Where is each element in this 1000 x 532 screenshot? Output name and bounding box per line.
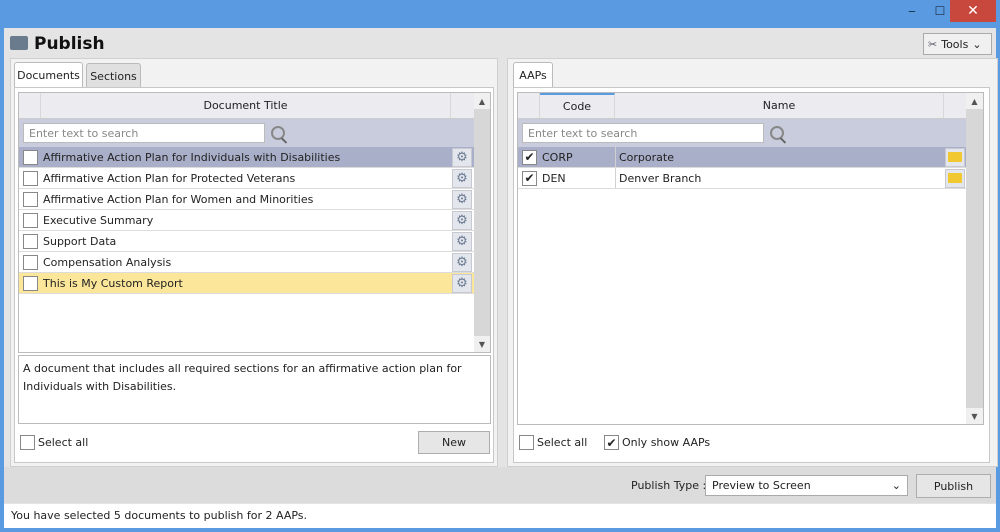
select-all-label: Select all [537, 436, 588, 449]
tools-icon: ✂ [928, 37, 938, 51]
status-bar: You have selected 5 documents to publish… [4, 504, 996, 528]
document-checkbox[interactable] [23, 149, 38, 165]
aap-code: CORP [541, 147, 616, 167]
tab-aaps[interactable]: AAPs [513, 62, 553, 88]
aaps-select-all[interactable]: Select all [519, 435, 587, 450]
scroll-down-icon[interactable]: ▼ [966, 408, 983, 424]
aap-checkbox[interactable]: ✔ [522, 170, 537, 186]
document-title: Compensation Analysis [43, 255, 172, 269]
folder-icon[interactable] [945, 147, 965, 167]
document-title: Support Data [43, 234, 117, 248]
publish-type-select[interactable]: Preview to Screen ⌄ [705, 475, 908, 496]
scroll-down-icon[interactable]: ▼ [474, 336, 490, 352]
document-row[interactable]: Executive Summary ⚙ [19, 210, 474, 231]
select-all-checkbox[interactable] [519, 435, 534, 450]
documents-grid: Document Title Enter text to search Affi… [18, 92, 491, 353]
document-row[interactable]: Affirmative Action Plan for Individuals … [19, 147, 474, 168]
document-title: Affirmative Action Plan for Individuals … [43, 150, 341, 164]
title-bar [0, 0, 1000, 28]
aap-row[interactable]: ✔ CORP Corporate [518, 147, 966, 168]
chevron-down-icon: ⌄ [891, 479, 901, 492]
document-checkbox[interactable] [23, 254, 38, 270]
select-all-checkbox[interactable] [20, 435, 35, 450]
tools-label: Tools [941, 37, 969, 51]
page-title: Publish [34, 34, 105, 54]
aap-name: Denver Branch [619, 171, 702, 185]
aaps-grid: Code Name Enter text to search ✔ CORP Co… [517, 92, 984, 425]
document-row[interactable]: Affirmative Action Plan for Protected Ve… [19, 168, 474, 189]
document-title: Executive Summary [43, 213, 154, 227]
tab-documents[interactable]: Documents [14, 62, 83, 88]
gear-icon[interactable]: ⚙ [452, 168, 472, 188]
gear-icon[interactable]: ⚙ [452, 252, 472, 272]
aap-code: DEN [541, 168, 616, 188]
publish-button[interactable]: Publish [916, 474, 991, 498]
printer-icon [10, 36, 28, 50]
documents-select-all[interactable]: Select all [20, 435, 88, 450]
document-checkbox[interactable] [23, 233, 38, 249]
document-checkbox[interactable] [23, 275, 38, 291]
search-icon[interactable] [271, 126, 285, 140]
scroll-up-icon[interactable]: ▲ [474, 93, 490, 109]
only-show-aaps-label: Only show AAPs [622, 436, 711, 449]
document-checkbox[interactable] [23, 170, 38, 186]
gear-icon[interactable]: ⚙ [452, 189, 472, 209]
tools-button[interactable]: ✂ Tools ⌄ [923, 33, 992, 55]
new-button[interactable]: New [418, 431, 490, 454]
folder-icon[interactable] [945, 168, 965, 188]
scroll-up-icon[interactable]: ▲ [966, 93, 983, 109]
select-all-label: Select all [38, 436, 89, 449]
only-show-aaps[interactable]: ✔ Only show AAPs [604, 435, 710, 450]
column-code[interactable]: Code [540, 93, 615, 118]
document-row[interactable]: This is My Custom Report ⚙ [19, 273, 474, 294]
column-name[interactable]: Name [615, 93, 944, 118]
document-row[interactable]: Affirmative Action Plan for Women and Mi… [19, 189, 474, 210]
gear-icon[interactable]: ⚙ [452, 273, 472, 293]
tab-sections[interactable]: Sections [86, 63, 141, 88]
document-title: Affirmative Action Plan for Protected Ve… [43, 171, 296, 185]
gear-icon[interactable]: ⚙ [452, 231, 472, 251]
close-button[interactable]: ✕ [950, 0, 996, 22]
gear-icon[interactable]: ⚙ [452, 210, 472, 230]
document-row[interactable]: Support Data ⚙ [19, 231, 474, 252]
document-checkbox[interactable] [23, 212, 38, 228]
documents-scrollbar[interactable]: ▲ ▼ [474, 93, 490, 352]
search-icon[interactable] [770, 126, 784, 140]
aap-name: Corporate [619, 150, 674, 164]
aaps-search-input[interactable]: Enter text to search [522, 123, 764, 143]
aap-row[interactable]: ✔ DEN Denver Branch [518, 168, 966, 189]
gear-icon[interactable]: ⚙ [452, 147, 472, 167]
only-show-aaps-checkbox[interactable]: ✔ [604, 435, 619, 450]
aap-checkbox[interactable]: ✔ [522, 149, 537, 165]
documents-search-input[interactable]: Enter text to search [23, 123, 265, 143]
document-checkbox[interactable] [23, 191, 38, 207]
publish-type-value: Preview to Screen [712, 479, 811, 492]
document-description: A document that includes all required se… [18, 355, 491, 424]
document-title: This is My Custom Report [43, 276, 183, 290]
aaps-scrollbar[interactable]: ▲ ▼ [966, 93, 983, 424]
chevron-down-icon: ⌄ [972, 37, 982, 51]
document-row[interactable]: Compensation Analysis ⚙ [19, 252, 474, 273]
document-title: Affirmative Action Plan for Women and Mi… [43, 192, 314, 206]
publish-type-label: Publish Type : [631, 479, 707, 492]
column-document-title[interactable]: Document Title [41, 93, 451, 118]
